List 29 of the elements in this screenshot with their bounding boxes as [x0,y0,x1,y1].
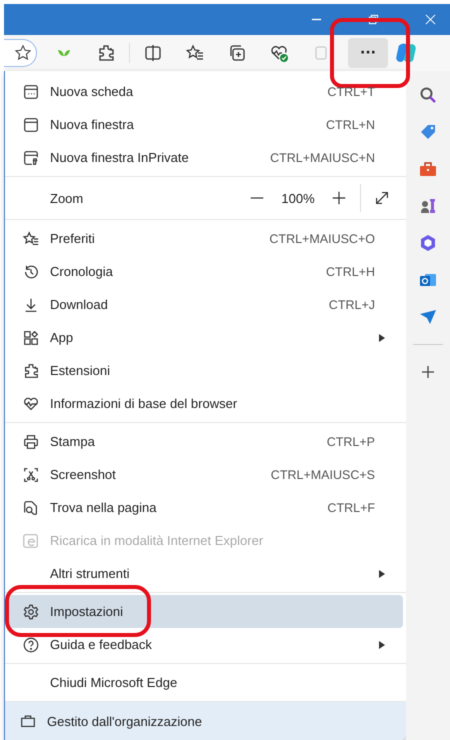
shortcut-text: CTRL+J [328,298,375,312]
menu-item[interactable]: Chiudi Microsoft Edge [8,666,403,699]
menu-item[interactable]: Impostazioni [8,595,403,628]
menu-item[interactable]: App [8,321,403,354]
shortcut-text: CTRL+P [326,434,375,448]
menu-item[interactable]: Nuova finestra InPrivate CTRL+MAIUSC+N [8,141,403,174]
menu-item[interactable]: Nuova scheda CTRL+T [8,75,403,108]
shortcut-text: CTRL+T [327,84,375,98]
zoom-label: Zoom [50,190,84,206]
managed-by-org-row[interactable]: Gestito dall'organizzazione [5,702,406,740]
menu-item[interactable]: Altri strumenti [8,557,403,590]
menu-item[interactable]: Informazioni di base del browser [8,387,403,420]
shortcut-text: CTRL+N [326,118,375,132]
shortcut-text: CTRL+H [326,264,375,278]
shortcut-text: CTRL+MAIUSC+S [270,468,375,482]
menu-item[interactable]: Nuova finestra CTRL+N [8,108,403,141]
menu-item[interactable]: Trova nella pagina CTRL+F [8,491,403,524]
menu-item[interactable]: Stampa CTRL+P [8,425,403,458]
shortcut-text: CTRL+F [327,500,375,514]
zoom-value: 100% [280,190,316,206]
menu-item[interactable]: Guida e feedback [8,628,403,661]
shortcut-text: CTRL+MAIUSC+N [270,150,375,164]
more-button[interactable]: ··· [348,38,388,68]
menu-item[interactable]: Preferiti CTRL+MAIUSC+O [8,222,403,255]
shortcut-text: CTRL+MAIUSC+O [269,232,375,246]
menu-item[interactable]: Download CTRL+J [8,288,403,321]
menu-item[interactable]: Screenshot CTRL+MAIUSC+S [8,458,403,491]
menu-item[interactable]: Cronologia CTRL+H [8,255,403,288]
menu-item[interactable]: Estensioni [8,354,403,387]
